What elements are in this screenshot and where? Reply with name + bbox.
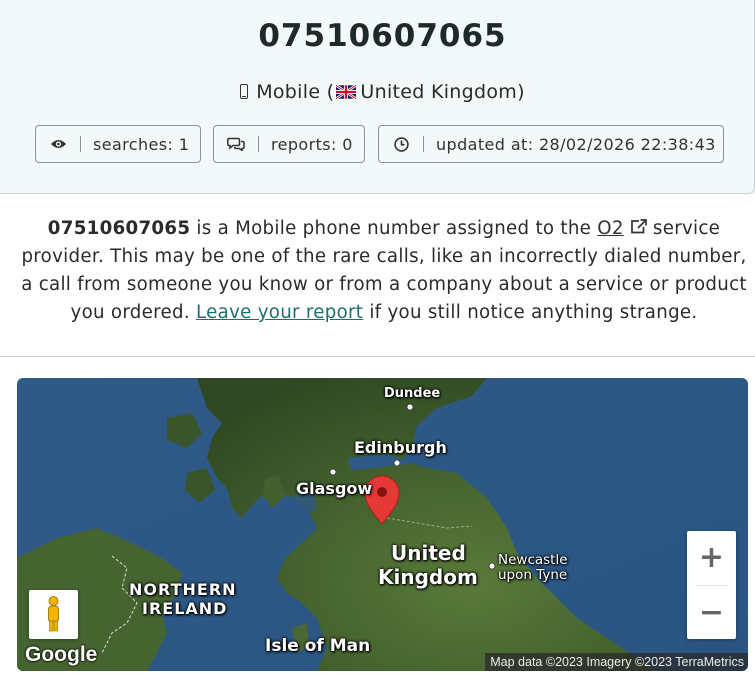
line-type-info: Mobile ( United Kingdom) (0, 81, 755, 103)
map-label-isle-of-man: Isle of Man (265, 636, 371, 656)
map-label-uk-line1: United (391, 541, 466, 565)
map-attribution: Map data ©2023 Imagery ©2023 TerraMetric… (485, 653, 748, 671)
map-label-edinburgh: Edinburgh (354, 438, 447, 457)
updated-at-info: updated at: 28/02/2026 22:38:43 (378, 125, 724, 163)
reports-counter: reports: 0 (213, 125, 365, 163)
google-logo: Google (25, 643, 98, 666)
comments-icon (214, 136, 259, 152)
description-text: is a Mobile phone number assigned to the (190, 218, 598, 239)
description-number: 07510607065 (47, 218, 191, 239)
map-label-glasgow: Glasgow (296, 479, 373, 498)
reports-label: reports: 0 (271, 134, 353, 154)
description-text-3: if you still notice anything strange. (363, 302, 698, 323)
number-header-card: 07510607065 Mobile ( United Kingdom) sea… (0, 0, 755, 194)
satellite-map-image (17, 378, 748, 671)
street-view-button[interactable] (29, 590, 78, 639)
map-label-uk-line2: Kingdom (378, 565, 478, 589)
page-title: 07510607065 (258, 18, 507, 54)
uk-flag-icon (336, 85, 357, 99)
number-description: 07510607065 is a Mobile phone number ass… (14, 215, 754, 327)
external-link-icon (630, 219, 647, 234)
map-label-ni-line2: IRELAND (142, 599, 228, 618)
country-label: United Kingdom (360, 81, 518, 103)
pegman-icon (48, 596, 59, 632)
leave-report-link[interactable]: Leave your report (196, 302, 363, 323)
map-label-ni-line1: NORTHERN (129, 580, 237, 599)
updated-at-label: updated at: 28/02/2026 22:38:43 (436, 134, 716, 154)
line-type-label: Mobile (256, 81, 321, 103)
searches-counter: searches: 1 (35, 125, 201, 163)
map-label-dundee: Dundee (384, 386, 441, 401)
eye-icon (36, 136, 81, 152)
section-divider (0, 356, 755, 357)
zoom-out-button[interactable]: − (687, 586, 736, 639)
carrier-link[interactable]: O2 (597, 218, 624, 239)
map-zoom-controls: + − (687, 531, 736, 639)
map-label-newcastle-line1: Newcastle (498, 552, 568, 568)
searches-label: searches: 1 (93, 134, 190, 154)
map-label-newcastle-line2: upon Tyne (498, 567, 568, 583)
zoom-in-button[interactable]: + (687, 531, 736, 584)
clock-icon (379, 136, 424, 152)
mobile-phone-icon (240, 84, 249, 99)
location-map[interactable]: Dundee Edinburgh Glasgow United Kingdom … (17, 378, 748, 671)
